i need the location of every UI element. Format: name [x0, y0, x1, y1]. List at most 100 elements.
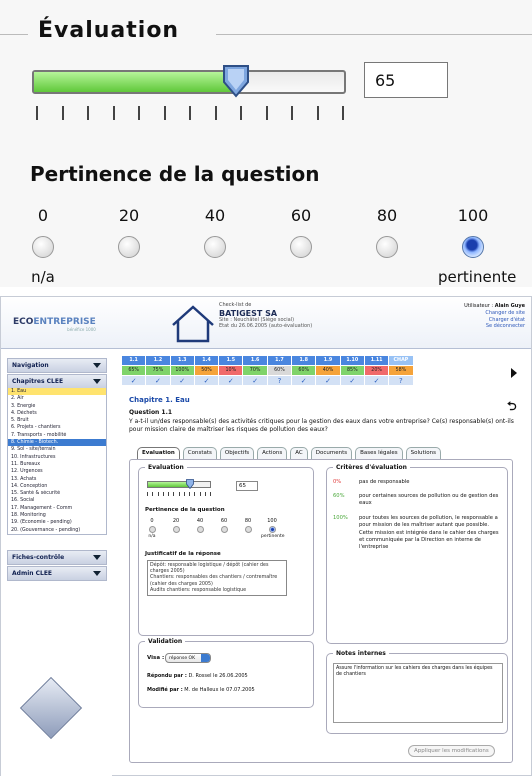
grid-header-cell[interactable]: 1.11	[363, 355, 390, 366]
grid-header-cell[interactable]: 1.3	[169, 355, 195, 366]
grid-header-cell[interactable]: CHAP	[388, 355, 414, 366]
admin-header[interactable]: Admin CLEE	[8, 567, 106, 580]
grid-score-cell[interactable]: 65%	[120, 365, 147, 376]
slider-thumb-icon[interactable]	[185, 479, 194, 489]
sidebar-chapter-item[interactable]: 6. Projets - chantiers	[8, 424, 106, 431]
grid-check-cell[interactable]: ✓	[315, 375, 341, 386]
radio-button[interactable]	[376, 236, 398, 258]
evaluation-value-input[interactable]: 65	[364, 62, 448, 98]
relevance-option-40[interactable]: 40	[189, 518, 211, 533]
sidebar-chapter-item[interactable]: 16. Social	[8, 497, 106, 504]
admin-box[interactable]: Admin CLEE	[7, 566, 107, 581]
grid-check-cell[interactable]: ?	[388, 375, 414, 386]
sidebar-chapter-item[interactable]: 19. (Economie - pending)	[8, 519, 106, 526]
grid-score-cell[interactable]: 75%	[145, 365, 171, 376]
grid-check-cell[interactable]: ✓	[339, 375, 365, 386]
sidebar-chapter-item[interactable]: 1. Eau	[8, 388, 106, 396]
navigation-header[interactable]: Navigation	[8, 359, 106, 372]
evaluation-slider[interactable]	[32, 65, 346, 98]
slider-thumb-icon[interactable]	[222, 64, 250, 98]
grid-score-cell[interactable]: 58%	[388, 365, 414, 376]
relevance-option-80[interactable]: 80	[237, 518, 259, 533]
radio-button[interactable]	[32, 236, 54, 258]
grid-check-cell[interactable]: ?	[266, 375, 293, 386]
relevance-option-100[interactable]: 100 pertinente	[438, 206, 516, 286]
grid-check-cell[interactable]: ✓	[242, 375, 268, 386]
radio-button[interactable]	[244, 526, 252, 533]
sidebar-chapter-item[interactable]: 7. Transports - mobilité	[8, 432, 106, 439]
relevance-option-40[interactable]: 40	[180, 206, 250, 258]
sidebar-chapter-item[interactable]: 12. Urgences	[8, 468, 106, 475]
justification-textarea[interactable]: Dépôt: responsable logistique / dépôt (c…	[147, 560, 287, 596]
tab-actions[interactable]: Actions	[257, 447, 288, 459]
grid-score-cell[interactable]: 20%	[363, 365, 390, 376]
grid-score-cell[interactable]: 100%	[169, 365, 195, 376]
sidebar-chapter-item[interactable]: 10. Infrastructures	[8, 454, 106, 461]
grid-score-cell[interactable]: 50%	[193, 365, 220, 376]
radio-button[interactable]	[172, 526, 180, 533]
sidebar-chapter-item[interactable]: 5. Bruit	[8, 417, 106, 424]
radio-button[interactable]	[268, 526, 276, 533]
radio-button[interactable]	[462, 236, 484, 258]
radio-button[interactable]	[290, 236, 312, 258]
evaluation-slider-small[interactable]	[147, 479, 211, 489]
tab-documents[interactable]: Documents	[310, 447, 353, 459]
tab-evaluation[interactable]: Evaluation	[137, 447, 180, 459]
grid-check-cell[interactable]: ✓	[363, 375, 390, 386]
relevance-option-20[interactable]: 20	[94, 206, 164, 258]
tab-solutions[interactable]: Solutions	[405, 447, 441, 459]
tab-ac[interactable]: AC	[290, 447, 308, 459]
radio-button[interactable]	[220, 526, 228, 533]
chapters-header[interactable]: Chapitres CLEE	[8, 375, 106, 388]
relevance-option-0[interactable]: 0 n/a	[141, 518, 163, 539]
grid-header-cell[interactable]: 1.6	[242, 355, 268, 366]
grid-score-cell[interactable]: 40%	[315, 365, 341, 376]
sidebar-chapter-item[interactable]: 2. Air	[8, 395, 106, 402]
grid-score-cell[interactable]: 85%	[339, 365, 365, 376]
grid-check-cell[interactable]: ✓	[193, 375, 220, 386]
next-arrow-icon[interactable]	[511, 368, 517, 378]
sidebar-chapter-item[interactable]: 9. Sol - site/terrain	[8, 446, 106, 453]
fiches-box[interactable]: Fiches-contrôle	[7, 550, 107, 565]
sidebar-chapter-item[interactable]: 13. Achats	[8, 476, 106, 483]
visa-select[interactable]: réponse OK	[165, 653, 211, 663]
sidebar-chapter-item[interactable]: 4. Déchets	[8, 410, 106, 417]
fiches-header[interactable]: Fiches-contrôle	[8, 551, 106, 564]
grid-check-cell[interactable]: ✓	[169, 375, 195, 386]
sidebar-chapter-item[interactable]: 8. Chimie - Biotech.	[8, 439, 106, 447]
relevance-option-20[interactable]: 20	[165, 518, 187, 533]
radio-button[interactable]	[204, 236, 226, 258]
sidebar-chapter-item[interactable]: 15. Santé & sécurité	[8, 490, 106, 497]
relevance-option-80[interactable]: 80	[352, 206, 422, 258]
grid-header-cell[interactable]: 1.1	[120, 355, 147, 366]
sidebar-chapter-item[interactable]: 11. Bureaux	[8, 461, 106, 468]
navigation-box[interactable]: Navigation	[7, 358, 107, 373]
tab-constats[interactable]: Constats	[182, 447, 217, 459]
relevance-option-60[interactable]: 60	[266, 206, 336, 258]
logo[interactable]: ECOENTREPRISE bénéfice 1000	[13, 317, 96, 332]
grid-header-cell[interactable]: 1.2	[145, 355, 171, 366]
grid-header-cell[interactable]: 1.8	[291, 355, 317, 366]
tab-bases-légales[interactable]: Bases légales	[355, 447, 403, 459]
sidebar-chapter-item[interactable]: 3. Energie	[8, 403, 106, 410]
tab-objectifs[interactable]: Objectifs	[219, 447, 255, 459]
notes-textarea[interactable]: Assure l'information sur les cahiers des…	[333, 663, 503, 723]
grid-check-cell[interactable]: ✓	[291, 375, 317, 386]
relevance-option-60[interactable]: 60	[213, 518, 235, 533]
grid-score-cell[interactable]: 70%	[242, 365, 268, 376]
logout-link[interactable]: Se déconnecter	[464, 323, 525, 330]
relevance-option-100[interactable]: 100 pertinente	[261, 518, 285, 539]
grid-header-cell[interactable]: 1.4	[193, 355, 220, 366]
evaluation-value-input[interactable]: 65	[236, 481, 258, 491]
radio-button[interactable]	[118, 236, 140, 258]
grid-header-cell[interactable]: 1.9	[315, 355, 341, 366]
relevance-option-0[interactable]: 0 n/a	[8, 206, 78, 286]
back-icon[interactable]: ⮌	[507, 397, 517, 418]
sidebar-chapter-item[interactable]: 14. Conception	[8, 483, 106, 490]
grid-header-cell[interactable]: 1.7	[266, 355, 293, 366]
radio-button[interactable]	[196, 526, 204, 533]
sidebar-chapter-item[interactable]: 17. Management - Comm	[8, 505, 106, 512]
grid-header-cell[interactable]: 1.10	[339, 355, 365, 366]
sidebar-chapter-item[interactable]: 18. Monitoring	[8, 512, 106, 519]
radio-button[interactable]	[148, 526, 156, 533]
